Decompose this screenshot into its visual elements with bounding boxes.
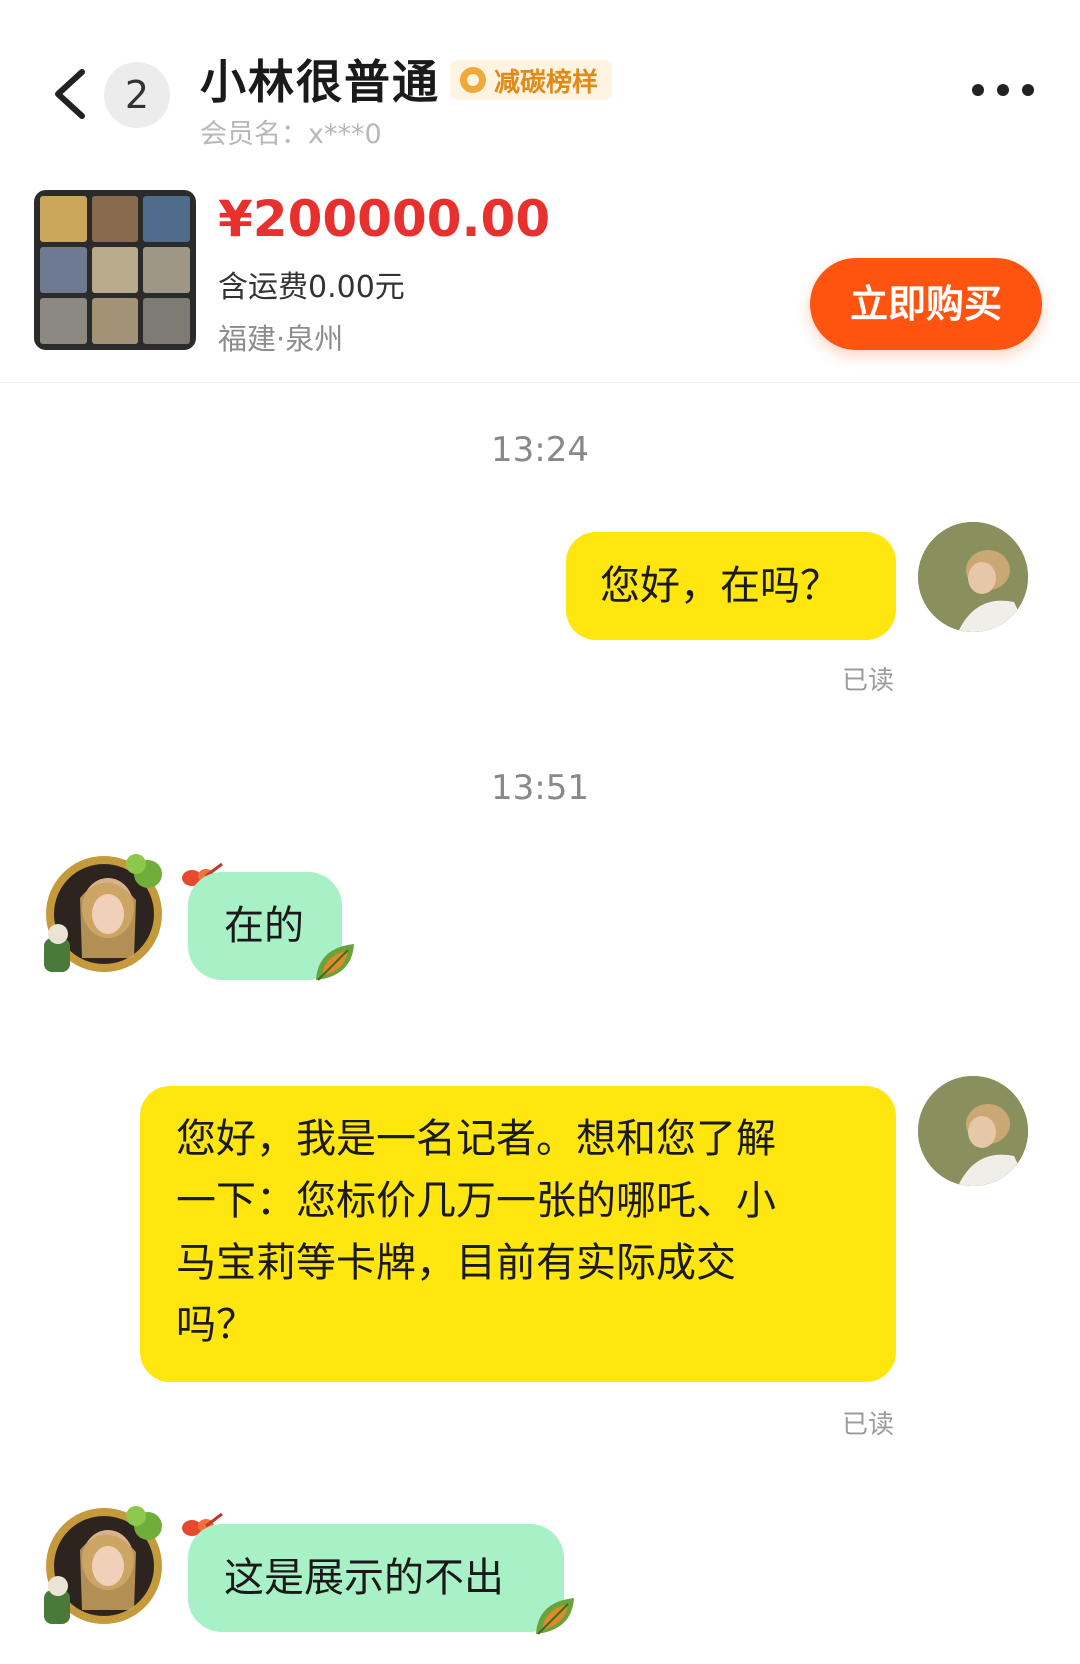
timestamp: 13:24 <box>491 430 589 470</box>
message-text: 这是展示的不出 <box>224 1555 504 1601</box>
product-thumbnail[interactable] <box>34 190 196 350</box>
self-avatar[interactable] <box>918 522 1028 632</box>
more-icon[interactable] <box>972 78 1034 102</box>
read-status: 已读 <box>842 666 895 696</box>
message-line: 您好，我是一名记者。想和您了解 <box>176 1116 776 1162</box>
read-status: 已读 <box>842 1410 895 1440</box>
other-avatar[interactable] <box>36 848 166 978</box>
message-text-block: 您好，我是一名记者。想和您了解 一下：您标价几万一张的哪吒、小 马宝莉等卡牌，目… <box>140 1086 896 1356</box>
product-price: ¥200000.00 <box>218 190 551 248</box>
carbon-tag-icon <box>460 67 486 93</box>
timestamp: 13:51 <box>491 768 589 808</box>
seller-location: 福建·泉州 <box>218 322 344 356</box>
member-label: 会员名： <box>200 119 308 150</box>
other-avatar[interactable] <box>36 1500 166 1630</box>
shipping-info: 含运费0.00元 <box>218 270 405 305</box>
chat-title: 小林很普通 <box>200 55 440 109</box>
unread-count-badge: 2 <box>104 62 170 128</box>
divider <box>0 382 1080 383</box>
self-message-bubble[interactable]: 您好，我是一名记者。想和您了解 一下：您标价几万一张的哪吒、小 马宝莉等卡牌，目… <box>140 1086 896 1382</box>
message-line: 一下：您标价几万一张的哪吒、小 <box>176 1178 776 1224</box>
other-message-bubble[interactable]: 这是展示的不出 <box>188 1524 564 1632</box>
buy-now-button[interactable]: 立即购买 <box>810 258 1042 350</box>
leaf-icon <box>316 944 354 981</box>
self-avatar[interactable] <box>918 1076 1028 1186</box>
message-text: 您好，在吗？ <box>600 563 840 609</box>
back-icon[interactable] <box>50 66 90 122</box>
carbon-tag[interactable]: 减碳榜样 <box>450 60 613 100</box>
leaf-icon <box>536 1598 574 1635</box>
member-name: 会员名：x***0 <box>200 112 382 151</box>
carbon-tag-label: 减碳榜样 <box>494 67 599 98</box>
message-line: 马宝莉等卡牌，目前有实际成交 <box>176 1240 736 1286</box>
member-value: x***0 <box>308 119 382 150</box>
message-line: 吗？ <box>176 1302 256 1348</box>
self-message-bubble[interactable]: 您好，在吗？ <box>566 532 896 640</box>
